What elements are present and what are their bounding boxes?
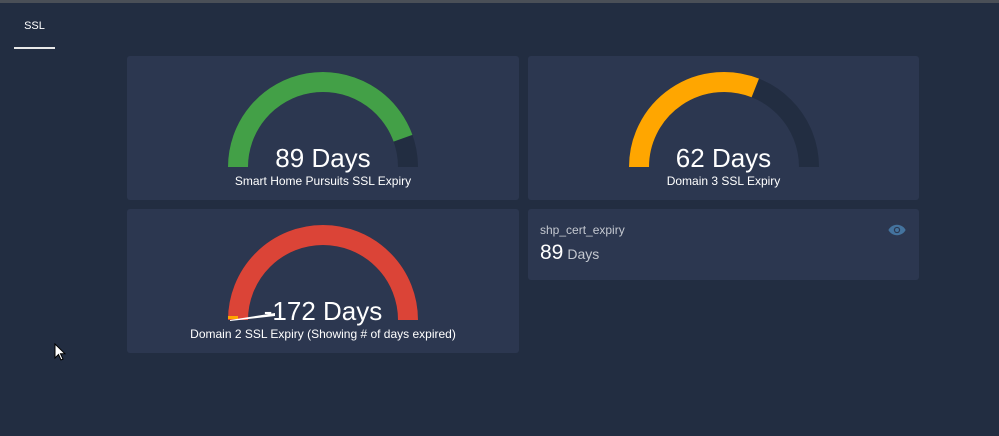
gauge-label: Domain 3 SSL Expiry (666, 174, 781, 188)
gauge-value: 62 Days (675, 143, 772, 173)
gauge-label: Domain 2 SSL Expiry (Showing # of days e… (190, 327, 456, 341)
sensor-value-row: 89 Days (540, 241, 599, 265)
sensor-unit: Days (567, 246, 600, 262)
tab-ssl-label: SSL (24, 20, 45, 32)
sensor-value: 89 (540, 241, 564, 264)
tab-ssl[interactable]: SSL (14, 3, 55, 49)
gauge-label: Smart Home Pursuits SSL Expiry (234, 174, 412, 188)
gauge-card-domain-3[interactable]: 62 Days Domain 3 SSL Expiry (528, 56, 919, 200)
gauge-value: -172 Days (263, 296, 383, 326)
tab-bar: SSL (0, 3, 999, 49)
mouse-pointer-icon (54, 343, 66, 361)
gauge-value: 89 Days (275, 143, 371, 173)
gauge-card-domain-2[interactable]: -172 Days Domain 2 SSL Expiry (Showing #… (127, 209, 519, 353)
sensor-card-shp-cert-expiry[interactable]: shp_cert_expiry 89 Days (528, 209, 919, 280)
active-tab-indicator (14, 47, 55, 49)
sensor-name: shp_cert_expiry (540, 223, 625, 237)
gauge-card-smart-home[interactable]: 89 Days Smart Home Pursuits SSL Expiry (127, 56, 519, 200)
eye-icon[interactable] (888, 224, 906, 236)
